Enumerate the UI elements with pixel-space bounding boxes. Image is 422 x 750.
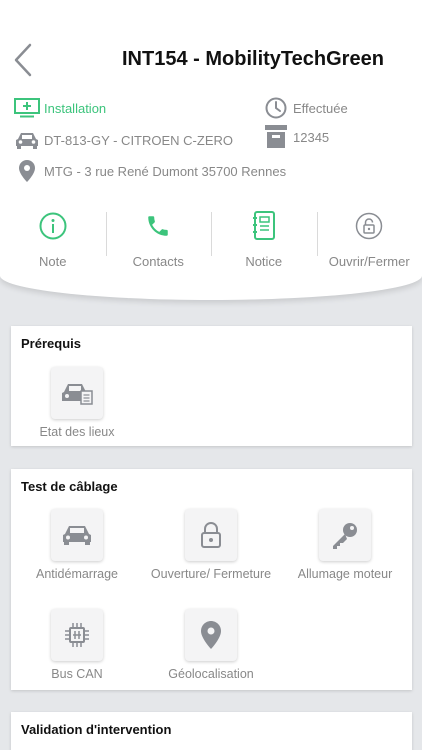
vehicle-info: DT-813-GY - CITROEN C-ZERO <box>14 129 233 151</box>
intervention-type: Installation <box>14 97 106 119</box>
chip-icon <box>51 609 103 661</box>
antidemarrage-tile[interactable]: Antidémarrage <box>27 509 127 582</box>
tile-label: Géolocalisation <box>168 667 254 681</box>
intervention-status: Effectuée <box>263 97 348 119</box>
intervention-type-label: Installation <box>44 100 107 116</box>
section-prerequis: Prérequis Etat des lieux <box>11 326 412 446</box>
geolocalisation-tile[interactable]: Géolocalisation <box>161 609 261 682</box>
car-icon <box>14 129 40 151</box>
section-test-cablage: Test de câblage Antidémarrage Ouverture/… <box>11 469 412 690</box>
box-number-label: 12345 <box>293 129 330 145</box>
section-title: Test de câblage <box>21 479 118 494</box>
action-divider <box>106 212 107 256</box>
etat-des-lieux-tile[interactable]: Etat des lieux <box>27 367 127 440</box>
open-close-label: Ouvrir/Fermer <box>328 254 410 269</box>
key-icon <box>319 509 371 561</box>
allumage-moteur-tile[interactable]: Allumage moteur <box>295 509 395 582</box>
section-title: Prérequis <box>21 336 81 351</box>
section-validation: Validation d'intervention <box>11 712 412 750</box>
tile-label: Etat des lieux <box>39 425 115 439</box>
location-pin-icon <box>185 609 237 661</box>
archive-box-icon <box>263 125 289 148</box>
tile-label: Antidémarrage <box>36 567 118 581</box>
chevron-left-icon <box>14 43 32 77</box>
intervention-header: INT154 - MobilityTechGreen Installation … <box>0 0 422 300</box>
car-report-icon <box>51 367 103 419</box>
notice-label: Notice <box>245 254 283 269</box>
contacts-label: Contacts <box>132 254 184 269</box>
installation-icon <box>14 97 40 119</box>
car-icon <box>51 509 103 561</box>
open-close-button[interactable]: Ouvrir/Fermer <box>317 210 422 270</box>
ouverture-fermeture-tile[interactable]: Ouverture/ Fermeture <box>151 509 271 582</box>
phone-icon <box>145 210 171 242</box>
lock-icon <box>185 509 237 561</box>
location-pin-icon <box>14 160 40 182</box>
box-info: 12345 <box>263 125 330 148</box>
clock-icon <box>263 97 289 119</box>
section-title: Validation d'intervention <box>21 722 172 737</box>
address-label: MTG - 3 rue René Dumont 35700 Rennes <box>44 163 287 179</box>
address-info: MTG - 3 rue René Dumont 35700 Rennes <box>14 160 286 182</box>
page-title: INT154 - MobilityTechGreen <box>122 48 384 70</box>
intervention-status-label: Effectuée <box>293 100 348 116</box>
vehicle-label: DT-813-GY - CITROEN C-ZERO <box>44 132 234 148</box>
notice-button[interactable]: Notice <box>211 210 317 270</box>
info-icon <box>39 210 67 242</box>
note-button[interactable]: Note <box>0 210 106 270</box>
note-label: Note <box>39 254 67 269</box>
back-button[interactable] <box>8 40 38 80</box>
tile-label: Allumage moteur <box>297 567 393 581</box>
tile-label: Bus CAN <box>51 667 103 681</box>
lock-icon <box>355 210 383 242</box>
notebook-icon <box>252 210 276 242</box>
bus-can-tile[interactable]: Bus CAN <box>27 609 127 682</box>
action-divider <box>211 212 212 256</box>
tile-label: Ouverture/ Fermeture <box>150 567 272 581</box>
action-divider <box>317 212 318 256</box>
contacts-button[interactable]: Contacts <box>106 210 212 270</box>
